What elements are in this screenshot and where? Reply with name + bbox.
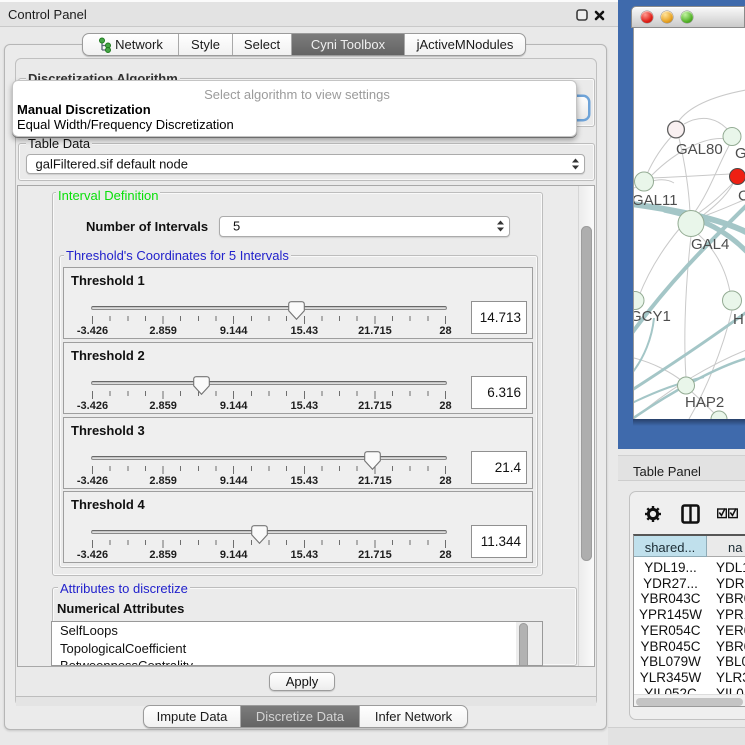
svg-text:GAL4: GAL4: [691, 236, 729, 253]
svg-text:GAL80: GAL80: [676, 141, 723, 158]
svg-text:GAL11: GAL11: [634, 192, 678, 209]
svg-text:HAP2: HAP2: [685, 394, 724, 411]
svg-text:C: C: [738, 188, 745, 205]
svg-text:GCY1: GCY1: [634, 308, 671, 325]
svg-text:H: H: [733, 311, 744, 328]
svg-text:GA: GA: [735, 145, 745, 162]
